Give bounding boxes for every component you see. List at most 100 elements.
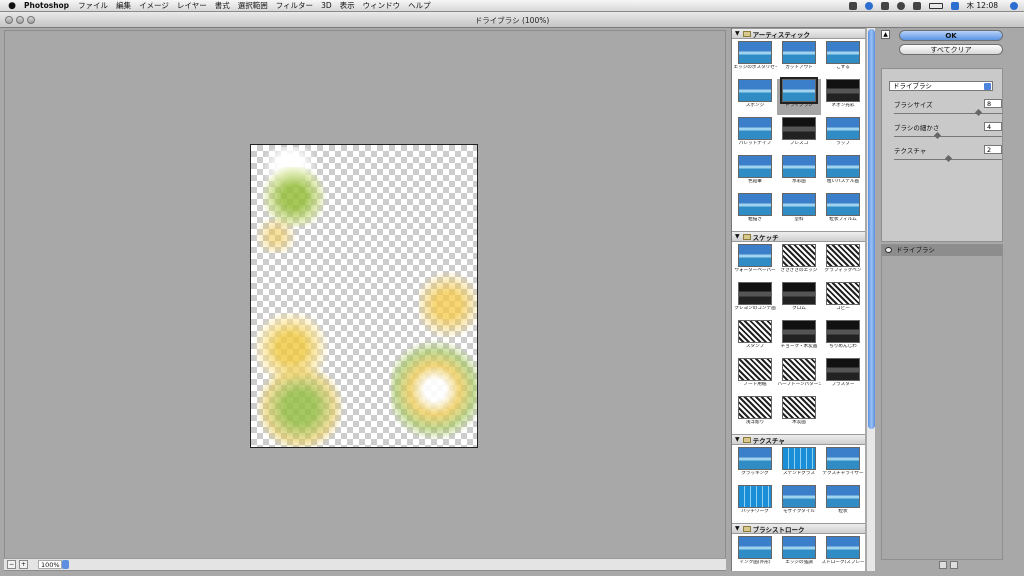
filter-thumb[interactable]: ステンドグラス xyxy=(777,447,821,483)
menu-window[interactable]: ウィンドウ xyxy=(363,0,401,11)
brush-size-field[interactable]: 8 xyxy=(984,99,1002,108)
ok-button[interactable]: OK xyxy=(899,30,1003,41)
brush-detail-slider[interactable] xyxy=(894,131,1002,140)
filter-thumb[interactable]: ちりめんじわ xyxy=(821,320,865,356)
zoom-dropdown-icon[interactable] xyxy=(62,560,69,569)
title-bar[interactable]: ドライブラシ (100%) xyxy=(0,12,1024,28)
spotlight-icon[interactable] xyxy=(1010,1,1018,10)
filter-thumb-selected[interactable]: ドライブラシ xyxy=(777,77,821,115)
slider-thumb[interactable] xyxy=(934,131,942,140)
filter-select[interactable]: ドライブラシ xyxy=(889,81,993,91)
filter-thumb[interactable]: 色鉛筆 xyxy=(733,155,777,191)
filter-thumb[interactable]: パッチワーク xyxy=(733,485,777,521)
filter-thumb[interactable]: クロム xyxy=(777,282,821,318)
filter-thumb[interactable]: モザイクタイル xyxy=(777,485,821,521)
menu-type[interactable]: 書式 xyxy=(215,0,230,11)
filter-thumb[interactable]: プラスター xyxy=(821,358,865,394)
filter-thumb[interactable]: テクスチャライザー xyxy=(821,447,865,483)
filter-thumb[interactable]: インク画(外形) xyxy=(733,536,777,571)
brush-detail-field[interactable]: 4 xyxy=(984,122,1002,131)
filter-thumb[interactable]: カットアウト xyxy=(777,41,821,77)
menu-select[interactable]: 選択範囲 xyxy=(238,0,268,11)
zoom-field[interactable]: 100% xyxy=(38,560,62,569)
battery-icon[interactable] xyxy=(928,2,943,9)
disclosure-triangle-icon[interactable]: ▼ xyxy=(735,436,740,443)
filter-thumb[interactable]: 粒状フィルム xyxy=(821,193,865,229)
zoom-in-button[interactable]: + xyxy=(19,560,28,569)
gallery-scrollbar[interactable] xyxy=(866,28,875,571)
preview-area[interactable] xyxy=(4,30,726,571)
filter-thumb[interactable]: 浅浮彫り xyxy=(733,396,777,432)
status-menus: 木 12:08 xyxy=(841,0,1024,12)
menu-image[interactable]: イメージ xyxy=(139,0,169,11)
menu-help[interactable]: ヘルプ xyxy=(408,0,431,11)
eye-icon[interactable] xyxy=(885,247,892,253)
filter-thumb[interactable]: ハーフトーンパターン xyxy=(777,358,821,394)
filter-thumb[interactable]: クレヨンのコンテ画 xyxy=(733,282,777,318)
menu-view[interactable]: 表示 xyxy=(340,0,355,11)
filter-thumb[interactable]: スタンプ xyxy=(733,320,777,356)
filter-thumb[interactable]: パレットナイフ xyxy=(733,117,777,153)
filter-thumb[interactable]: フレスコ xyxy=(777,117,821,153)
category-header[interactable]: ▼ ブラシストローク xyxy=(732,523,865,534)
menu-edit[interactable]: 編集 xyxy=(116,0,131,11)
menu-layer[interactable]: レイヤー xyxy=(177,0,207,11)
brush-size-slider[interactable] xyxy=(894,108,1002,117)
filter-thumb[interactable]: エッジのポスタリゼーション xyxy=(733,41,777,77)
category-header[interactable]: ▼ スケッチ xyxy=(732,231,865,242)
filter-thumb[interactable]: 粗いパステル画 xyxy=(821,155,865,191)
zoom-out-button[interactable]: − xyxy=(7,560,16,569)
status-icon-c[interactable] xyxy=(880,1,889,10)
delete-effect-layer-button[interactable] xyxy=(950,561,958,569)
effect-layers-list[interactable]: ドライブラシ xyxy=(881,244,1003,560)
filter-thumb[interactable]: ラップ xyxy=(821,117,865,153)
category-header[interactable]: ▼ アーティスティック xyxy=(732,28,865,39)
collapse-gallery-button[interactable]: ▲ xyxy=(881,30,890,39)
slider-thumb[interactable] xyxy=(975,108,983,117)
input-source-icon[interactable] xyxy=(950,1,959,10)
filter-thumb[interactable]: スポンジ xyxy=(733,79,777,115)
filter-thumb-image xyxy=(826,485,860,508)
menu-filter[interactable]: フィルター xyxy=(276,0,313,11)
clear-all-button[interactable]: すべてクリア xyxy=(899,44,1003,55)
filter-gallery-list[interactable]: ▼ アーティスティック エッジのポスタリゼーション カットアウト こする スポンジ… xyxy=(731,28,865,571)
filter-thumb[interactable]: クラッキング xyxy=(733,447,777,483)
texture-field[interactable]: 2 xyxy=(984,145,1002,154)
wifi-icon[interactable] xyxy=(896,1,905,10)
scroll-thumb[interactable] xyxy=(868,29,875,429)
filter-thumb-label: コピー xyxy=(836,306,850,311)
filter-thumb[interactable]: 塗料 xyxy=(777,193,821,229)
status-icon-a[interactable] xyxy=(848,1,857,10)
disclosure-triangle-icon[interactable]: ▼ xyxy=(735,30,740,37)
filter-thumb[interactable]: チョーク・木炭画 xyxy=(777,320,821,356)
app-menu[interactable]: Photoshop xyxy=(24,1,69,10)
volume-icon[interactable] xyxy=(912,1,921,10)
status-icon-b[interactable] xyxy=(864,1,873,10)
disclosure-triangle-icon[interactable]: ▼ xyxy=(735,233,740,240)
filter-thumb[interactable]: 木炭画 xyxy=(777,396,821,432)
texture-slider[interactable] xyxy=(894,154,1002,163)
filter-thumb[interactable]: グラフィックペン xyxy=(821,244,865,280)
disclosure-triangle-icon[interactable]: ▼ xyxy=(735,525,740,532)
clock[interactable]: 木 12:08 xyxy=(967,0,999,11)
filter-thumb[interactable]: ウォーターペーパー xyxy=(733,244,777,280)
filter-thumb[interactable]: エッジの強調 xyxy=(777,536,821,571)
filter-thumb[interactable]: コピー xyxy=(821,282,865,318)
filter-thumb[interactable]: 水彩画 xyxy=(777,155,821,191)
menu-file[interactable]: ファイル xyxy=(78,0,108,11)
filter-thumb-image xyxy=(826,117,860,140)
filter-thumb[interactable]: こする xyxy=(821,41,865,77)
filter-thumb[interactable]: 粒状 xyxy=(821,485,865,521)
category-header[interactable]: ▼ テクスチャ xyxy=(732,434,865,445)
menu-3d[interactable]: 3D xyxy=(321,1,332,10)
effect-layer-row[interactable]: ドライブラシ xyxy=(882,245,1002,256)
new-effect-layer-button[interactable] xyxy=(939,561,947,569)
filter-thumb[interactable]: ストローク(スプレー) xyxy=(821,536,865,571)
filter-thumb[interactable]: ノート用紙 xyxy=(733,358,777,394)
apple-menu-icon[interactable]: ● xyxy=(0,1,24,11)
filter-thumb[interactable]: ぎざぎざのエッジ xyxy=(777,244,821,280)
filter-thumb[interactable]: ネオン光彩 xyxy=(821,79,865,115)
slider-thumb[interactable] xyxy=(944,154,952,163)
preview-image[interactable] xyxy=(250,144,478,448)
filter-thumb[interactable]: 粗描き xyxy=(733,193,777,229)
